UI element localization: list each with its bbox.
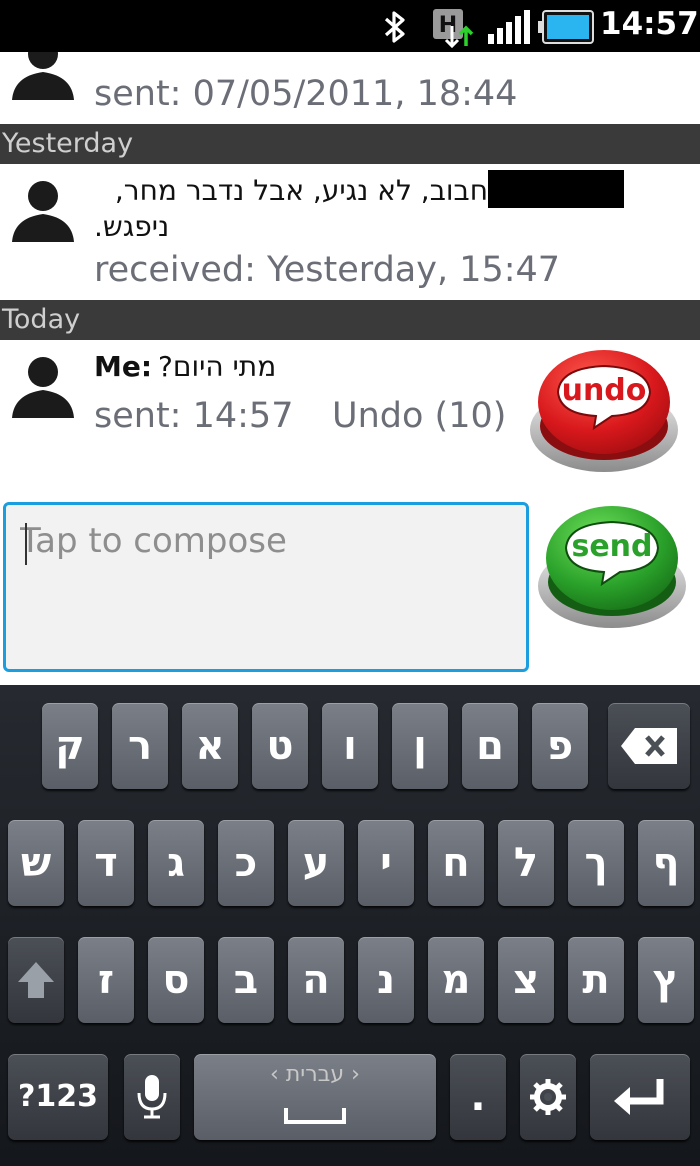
language-label: עברית xyxy=(285,1062,345,1087)
enter-key[interactable] xyxy=(590,1054,690,1140)
backspace-key[interactable] xyxy=(608,703,690,789)
avatar-icon xyxy=(12,357,74,418)
key-letter[interactable]: ץ xyxy=(638,937,694,1023)
space-bar-icon xyxy=(284,1108,346,1124)
shift-arrow-icon xyxy=(18,962,54,998)
battery-icon xyxy=(538,10,594,44)
key-letter[interactable]: ג xyxy=(148,820,204,906)
undo-button[interactable]: undo xyxy=(528,344,680,476)
key-letter[interactable]: ז xyxy=(78,937,134,1023)
key-letter[interactable]: ס xyxy=(148,937,204,1023)
message-text: חבוב, לא נגיע, אבל נדבר מחר, xyxy=(114,174,488,207)
compose-input[interactable] xyxy=(20,519,500,563)
gear-icon xyxy=(530,1079,566,1115)
microphone-icon xyxy=(137,1075,167,1119)
space-key[interactable]: ‹ עברית › xyxy=(194,1054,436,1140)
key-letter[interactable]: ח xyxy=(428,820,484,906)
message-status: sent: 07/05/2011, 18:44 xyxy=(94,74,518,114)
key-letter[interactable]: ת xyxy=(568,937,624,1023)
compose-field-frame xyxy=(3,502,529,672)
message-sender: Me: xyxy=(94,350,153,383)
key-letter[interactable]: ו xyxy=(322,703,378,789)
message-text: מתי היום? xyxy=(158,350,277,383)
settings-key[interactable] xyxy=(520,1054,576,1140)
hplus-data-icon: H xyxy=(433,9,474,48)
key-letter[interactable]: ן xyxy=(392,703,448,789)
avatar-icon xyxy=(12,181,74,242)
message-status: received: Yesterday, 15:47 xyxy=(94,250,561,290)
backspace-icon xyxy=(621,728,677,764)
key-letter[interactable]: מ xyxy=(428,937,484,1023)
key-letter[interactable]: ש xyxy=(8,820,64,906)
svg-text:H: H xyxy=(439,13,457,38)
key-letter[interactable]: ל xyxy=(498,820,554,906)
voice-input-key[interactable] xyxy=(124,1054,180,1140)
chevron-left-icon: ‹ xyxy=(270,1062,286,1087)
key-letter[interactable]: ך xyxy=(568,820,624,906)
key-letter[interactable]: י xyxy=(358,820,414,906)
avatar-icon xyxy=(12,52,74,100)
key-letter[interactable]: כ xyxy=(218,820,274,906)
soft-keyboard: ק ר א ט ו ן ם פ ש ד ג כ ע י ח ל ך ף ז ס … xyxy=(0,685,700,1166)
key-letter[interactable]: פ xyxy=(532,703,588,789)
key-letter[interactable]: ם xyxy=(462,703,518,789)
message-text-line2: ניפגש. xyxy=(94,210,170,243)
key-letter[interactable]: נ xyxy=(358,937,414,1023)
signal-icon xyxy=(488,10,530,44)
enter-arrow-icon xyxy=(614,1079,664,1115)
key-letter[interactable]: א xyxy=(182,703,238,789)
status-clock: 14:57 xyxy=(600,6,699,42)
key-letter[interactable]: ע xyxy=(288,820,344,906)
key-letter[interactable]: ד xyxy=(78,820,134,906)
bluetooth-icon xyxy=(384,11,405,43)
send-button-label: send xyxy=(571,529,652,564)
section-header-today: Today xyxy=(0,300,700,340)
message-status: sent: 14:57 xyxy=(94,396,294,436)
shift-key[interactable] xyxy=(8,937,64,1023)
status-bar: H 14:57 xyxy=(0,0,700,52)
language-switch: ‹ עברית › xyxy=(194,1062,436,1088)
redacted-sender xyxy=(488,170,624,208)
chevron-right-icon: › xyxy=(344,1062,360,1087)
key-letter[interactable]: ב xyxy=(218,937,274,1023)
key-letter[interactable]: ה xyxy=(288,937,344,1023)
symbols-key[interactable]: ?123 xyxy=(8,1054,108,1140)
text-caret xyxy=(25,523,27,565)
key-letter[interactable]: ף xyxy=(638,820,694,906)
key-letter[interactable]: ר xyxy=(112,703,168,789)
send-button[interactable]: send xyxy=(536,500,688,632)
key-letter[interactable]: ק xyxy=(42,703,98,789)
undo-button-label: undo xyxy=(562,373,647,408)
conversation-list[interactable]: sent: 07/05/2011, 18:44 Yesterday חבוב, … xyxy=(0,52,700,685)
section-header-yesterday: Yesterday xyxy=(0,124,700,164)
period-key[interactable]: . xyxy=(450,1054,506,1140)
compose-area: send xyxy=(0,500,700,685)
key-letter[interactable]: צ xyxy=(498,937,554,1023)
undo-countdown-link[interactable]: Undo (10) xyxy=(332,396,506,436)
key-letter[interactable]: ט xyxy=(252,703,308,789)
